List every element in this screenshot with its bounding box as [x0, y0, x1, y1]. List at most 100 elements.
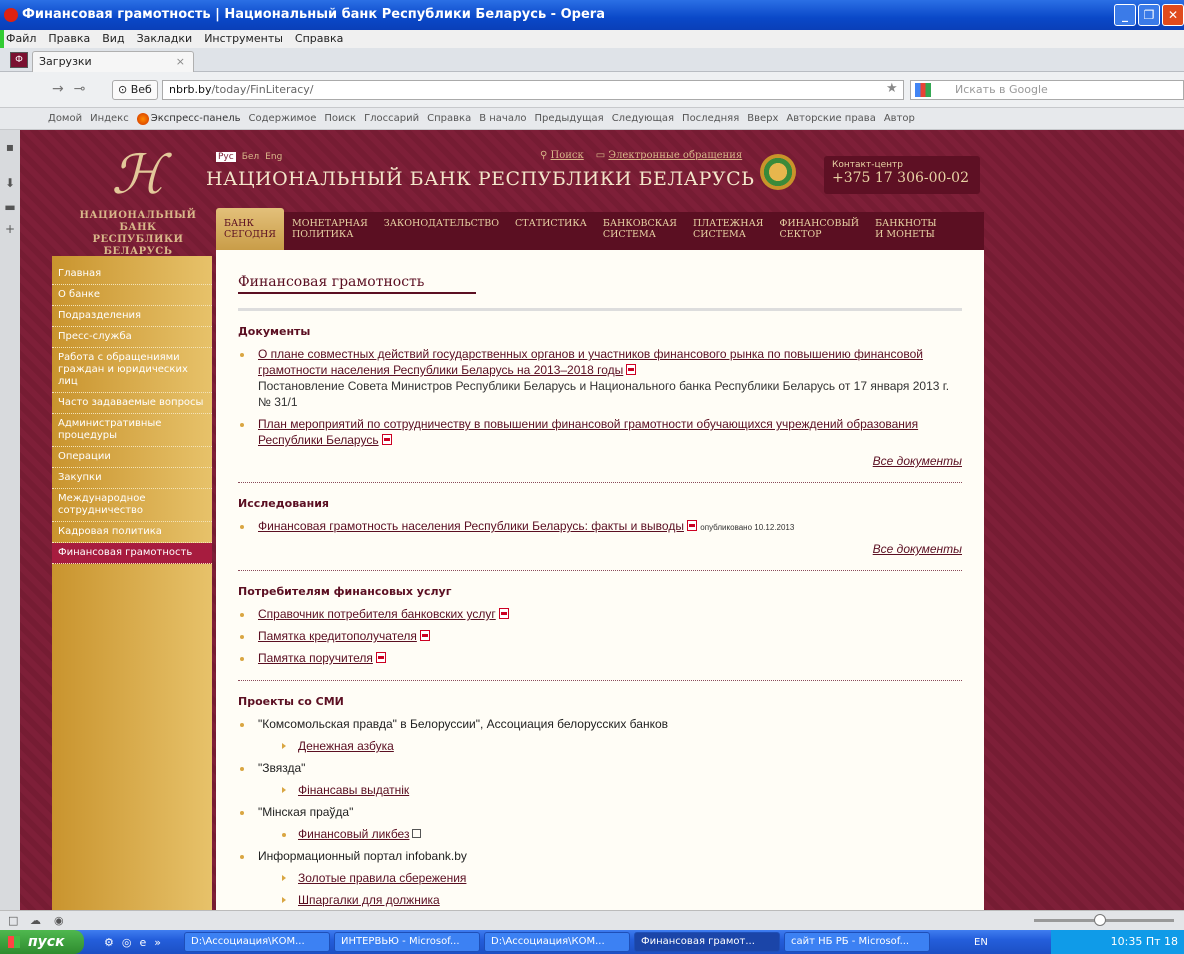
list-item: План мероприятий по сотрудничеству в пов…	[238, 416, 962, 448]
menu-edit[interactable]: Правка	[48, 30, 90, 48]
nav-glossary[interactable]: Глоссарий	[364, 108, 419, 129]
consumer-link-3[interactable]: Памятка поручителя	[258, 651, 373, 665]
site-tab-icon[interactable]: Ф	[10, 52, 28, 68]
contact-phone[interactable]: +375 17 306-00-02	[832, 170, 972, 186]
panel-toggle-icon[interactable]: □	[8, 914, 18, 927]
nav-start[interactable]: В начало	[479, 108, 526, 129]
appeals-link[interactable]: ▭ Электронные обращения	[596, 150, 742, 161]
all-research-link[interactable]: Все документы	[238, 542, 962, 556]
research1-link[interactable]: Финансовая грамотность населения Республ…	[258, 519, 684, 533]
menu-tools[interactable]: Инструменты	[204, 30, 283, 48]
menu-help[interactable]: Справка	[295, 30, 343, 48]
lang-en[interactable]: Eng	[265, 152, 282, 162]
menu-view[interactable]: Вид	[102, 30, 124, 48]
sidebar-item-hr[interactable]: Кадровая политика	[52, 522, 212, 543]
tab-downloads[interactable]: Загрузки ×	[32, 51, 194, 72]
topnav-payment-system[interactable]: ПЛАТЕЖНАЯ СИСТЕМА	[685, 212, 772, 250]
nav-speed-dial[interactable]: Экспресс-панель	[136, 108, 241, 129]
restore-button[interactable]: ❐	[1138, 4, 1160, 26]
sidebar-item-press[interactable]: Пресс-служба	[52, 327, 212, 348]
nav-search[interactable]: Поиск	[324, 108, 356, 129]
panel-icon[interactable]: ▬	[2, 200, 18, 214]
search-placeholder: Искать в Google	[955, 83, 1048, 96]
taskbar-button[interactable]: D:\Ассоциация\КОМ...	[184, 932, 330, 952]
sidebar-item-admin-procedures[interactable]: Административные процедуры	[52, 414, 212, 447]
lang-ru[interactable]: Рус	[216, 152, 236, 162]
quicklaunch-icon[interactable]: ⚙	[104, 936, 114, 949]
doc1-link[interactable]: О плане совместных действий государствен…	[258, 347, 923, 377]
sidebar-item-faq[interactable]: Часто задаваемые вопросы	[52, 393, 212, 414]
search-field[interactable]: Искать в Google	[910, 80, 1184, 100]
taskbar-button[interactable]: сайт НБ РБ - Microsof...	[784, 932, 930, 952]
nav-author[interactable]: Автор	[884, 108, 915, 129]
media1-link[interactable]: Денежная азбука	[298, 739, 394, 753]
language-indicator[interactable]: EN	[974, 937, 1004, 948]
nav-home[interactable]: Домой	[48, 108, 82, 129]
sidebar-item-procurement[interactable]: Закупки	[52, 468, 212, 489]
sidebar-item-operations[interactable]: Операции	[52, 447, 212, 468]
downloads-icon[interactable]: ⬇	[2, 176, 18, 190]
speed-icon[interactable]: ◉	[54, 914, 64, 927]
topnav-statistics[interactable]: СТАТИСТИКА	[507, 212, 595, 250]
nav-prev[interactable]: Предыдущая	[534, 108, 603, 129]
appeals-link-label[interactable]: Электронные обращения	[608, 150, 742, 161]
topnav-legislation[interactable]: ЗАКОНОДАТЕЛЬСТВО	[376, 212, 507, 250]
minimize-button[interactable]: _	[1114, 4, 1136, 26]
sidebar-item-main[interactable]: Главная	[52, 264, 212, 285]
nav-contents[interactable]: Содержимое	[249, 108, 317, 129]
consumers-list: Справочник потребителя банковских услуг …	[238, 606, 962, 666]
tab-close-icon[interactable]: ×	[176, 52, 185, 72]
sidebar-item-fin-literacy[interactable]: Финансовая грамотность	[52, 543, 212, 564]
add-panel-icon[interactable]: +	[2, 222, 18, 236]
clock[interactable]: 10:35 Пт 18	[1111, 935, 1178, 948]
taskbar-button[interactable]: D:\Ассоциация\КОМ...	[484, 932, 630, 952]
sidebar-item-appeals[interactable]: Работа с обращениями граждан и юридическ…	[52, 348, 212, 393]
media4-link-1[interactable]: Золотые правила сбережения	[298, 871, 466, 885]
menu-bookmarks[interactable]: Закладки	[137, 30, 193, 48]
sidebar-item-intl-cooperation[interactable]: Международное сотрудничество	[52, 489, 212, 522]
topnav-banknotes-coins[interactable]: БАНКНОТЫ И МОНЕТЫ	[867, 212, 945, 250]
back-forward-icons[interactable]: →⊸	[52, 81, 95, 97]
zoom-slider-knob[interactable]	[1094, 914, 1106, 926]
doc2-link[interactable]: План мероприятий по сотрудничеству в пов…	[258, 417, 918, 447]
close-window-button[interactable]: ✕	[1162, 4, 1184, 26]
search-link[interactable]: ⚲ Поиск	[540, 150, 584, 161]
quicklaunch-icon[interactable]: ◎	[122, 936, 132, 949]
search-link-label[interactable]: Поиск	[551, 150, 584, 161]
sidebar-item-about[interactable]: О банке	[52, 285, 212, 306]
window-titlebar: Финансовая грамотность | Национальный ба…	[0, 0, 1184, 30]
url-field[interactable]: nbrb.by/today/FinLiteracy/	[162, 80, 904, 100]
nav-copyright[interactable]: Авторские права	[786, 108, 875, 129]
zoom-slider[interactable]	[1034, 914, 1174, 926]
pdf-icon	[419, 630, 430, 641]
menu-file[interactable]: Файл	[6, 30, 36, 48]
nav-help[interactable]: Справка	[427, 108, 471, 129]
all-docs-link[interactable]: Все документы	[238, 454, 962, 468]
taskbar-button[interactable]: Финансовая грамот...	[634, 932, 780, 952]
topnav-bank-today[interactable]: БАНК СЕГОДНЯ	[216, 208, 284, 250]
quicklaunch-more-icon[interactable]: »	[154, 936, 161, 949]
web-badge[interactable]: ⊙ Веб	[112, 80, 158, 100]
nav-next[interactable]: Следующая	[612, 108, 674, 129]
doc1-subtitle: Постановление Совета Министров Республик…	[258, 379, 950, 409]
media4-link-2[interactable]: Шпаргалки для должника	[298, 893, 440, 907]
media2-link[interactable]: Фінансавы выдатнік	[298, 783, 409, 797]
nav-index[interactable]: Индекс	[90, 108, 129, 129]
nav-up[interactable]: Вверх	[747, 108, 778, 129]
topnav-financial-sector[interactable]: ФИНАНСОВЫЙ СЕКТОР	[771, 212, 867, 250]
start-button[interactable]: пуск	[0, 930, 84, 954]
consumer-link-2[interactable]: Памятка кредитополучателя	[258, 629, 417, 643]
nbrb-logo[interactable]: ℋ НАЦИОНАЛЬНЫЙ БАНК РЕСПУБЛИКИ БЕЛАРУСЬ	[68, 140, 208, 260]
media3-link[interactable]: Финансовый ликбез	[298, 827, 409, 841]
consumer-link-1[interactable]: Справочник потребителя банковских услуг	[258, 607, 496, 621]
bookmark-star-icon[interactable]: ★	[886, 81, 898, 96]
notes-icon[interactable]: ▪	[2, 140, 18, 154]
topnav-banking-system[interactable]: БАНКОВСКАЯ СИСТЕМА	[595, 212, 685, 250]
lang-by[interactable]: Бел	[242, 152, 259, 162]
nav-last[interactable]: Последняя	[682, 108, 739, 129]
taskbar-button[interactable]: ИНТЕРВЬЮ - Microsof...	[334, 932, 480, 952]
quicklaunch-icon[interactable]: e	[139, 936, 146, 949]
cloud-icon[interactable]: ☁	[30, 914, 41, 927]
topnav-monetary-policy[interactable]: МОНЕТАРНАЯ ПОЛИТИКА	[284, 212, 376, 250]
sidebar-item-divisions[interactable]: Подразделения	[52, 306, 212, 327]
